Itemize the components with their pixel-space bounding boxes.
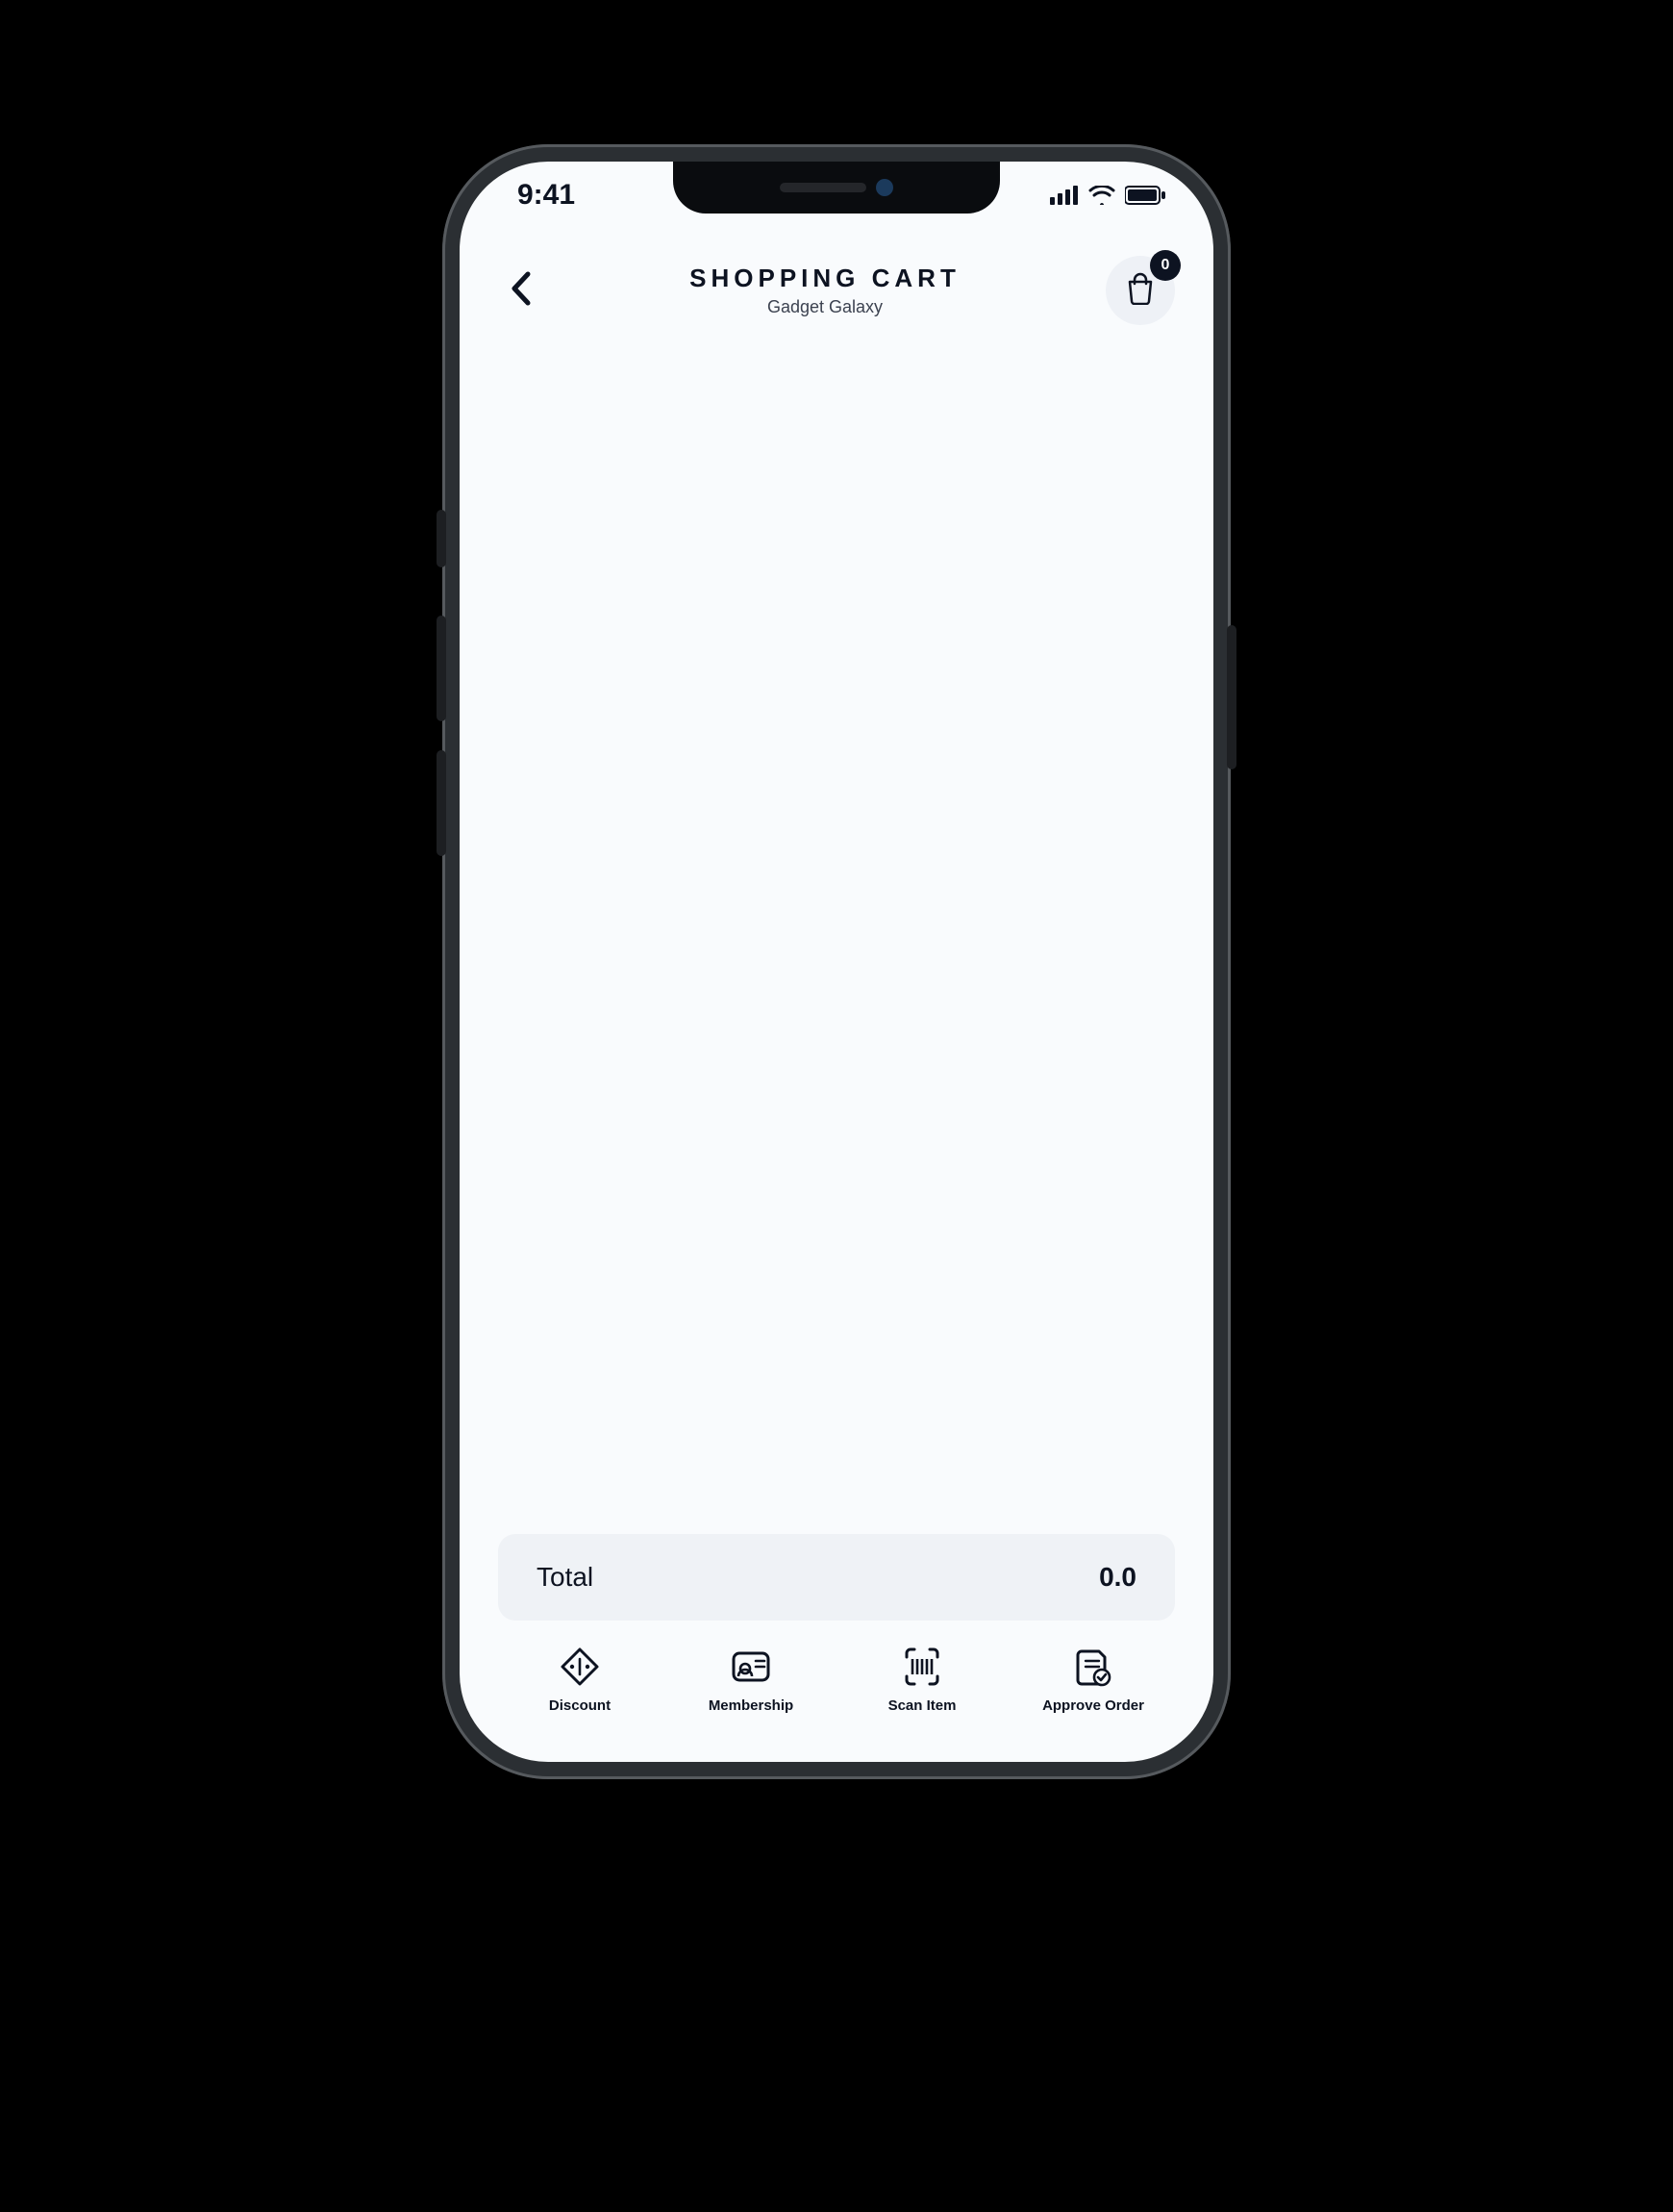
page-title: SHOPPING CART (544, 264, 1106, 293)
cart-items-area (460, 325, 1213, 1534)
action-label: Discount (549, 1697, 611, 1714)
speaker-grille (780, 183, 866, 192)
cellular-icon (1050, 186, 1079, 205)
phone-notch (673, 162, 1000, 214)
shopping-bag-icon (1125, 272, 1156, 310)
cart-button[interactable]: 0 (1106, 256, 1175, 325)
total-value: 0.0 (1099, 1562, 1136, 1593)
side-button (437, 750, 446, 856)
scan-item-button[interactable]: Scan Item (840, 1646, 1004, 1714)
side-button (1227, 625, 1236, 769)
front-camera (876, 179, 893, 196)
total-label: Total (537, 1562, 593, 1593)
page-subtitle: Gadget Galaxy (544, 297, 1106, 317)
membership-card-icon (730, 1646, 772, 1688)
action-label: Membership (709, 1697, 793, 1714)
chevron-left-icon (509, 270, 534, 312)
back-button[interactable] (498, 267, 544, 314)
phone-frame: 9:41 (442, 144, 1231, 1779)
action-label: Scan Item (888, 1697, 957, 1714)
side-button (437, 616, 446, 721)
bottom-actions: Discount Membership (460, 1646, 1213, 1762)
membership-button[interactable]: Membership (669, 1646, 833, 1714)
discount-tag-icon (559, 1646, 601, 1688)
action-label: Approve Order (1042, 1697, 1144, 1714)
discount-button[interactable]: Discount (498, 1646, 662, 1714)
title-block: SHOPPING CART Gadget Galaxy (544, 264, 1106, 317)
battery-icon (1125, 186, 1165, 205)
page-header: SHOPPING CART Gadget Galaxy 0 (460, 256, 1213, 325)
side-button (437, 510, 446, 567)
wifi-icon (1088, 186, 1115, 205)
barcode-scan-icon (901, 1646, 943, 1688)
approve-document-icon (1072, 1646, 1114, 1688)
phone-screen: 9:41 (460, 162, 1213, 1762)
approve-order-button[interactable]: Approve Order (1011, 1646, 1175, 1714)
status-time: 9:41 (508, 179, 575, 212)
cart-badge-count: 0 (1150, 250, 1181, 281)
status-indicators (1050, 186, 1165, 205)
total-row: Total 0.0 (498, 1534, 1175, 1621)
